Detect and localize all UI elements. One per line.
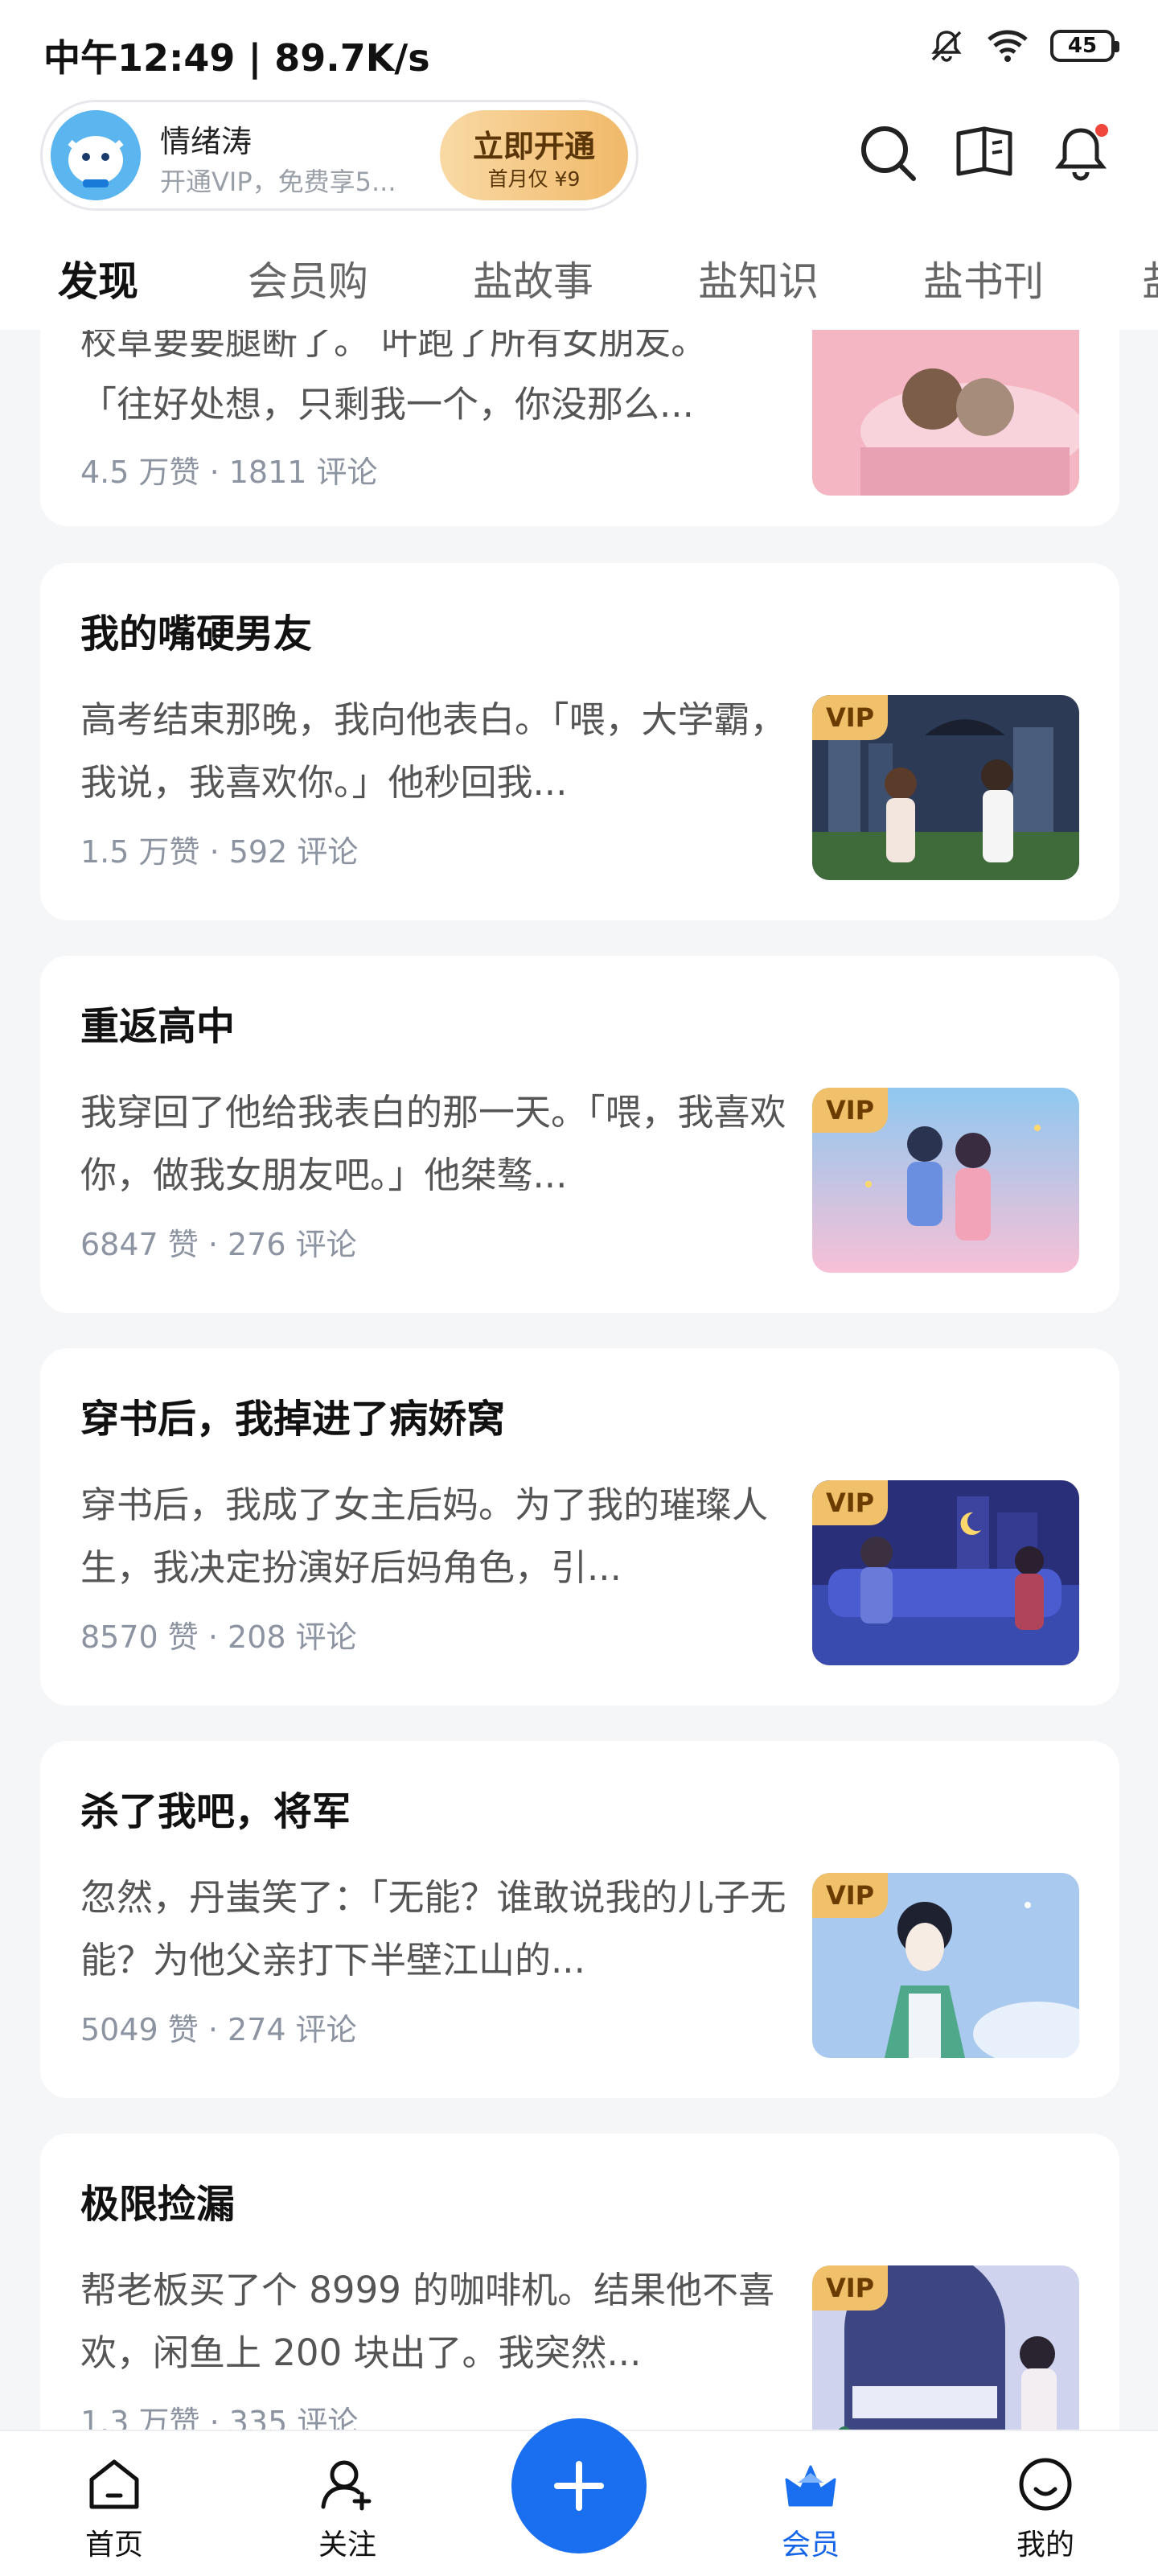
couple-sleeping-illustration (812, 330, 1079, 496)
story-title: 我的嘴硬男友 (80, 611, 313, 656)
story-title: 极限捡漏 (80, 2182, 236, 2227)
story-excerpt: 高考结束那晚，我向他表白。「喂，大学霸，我说，我喜欢你。」他秒回我... (80, 698, 786, 804)
story-meta: 5049 赞 · 274 评论 (80, 2012, 357, 2047)
vip-badge: VIP (812, 1088, 888, 1133)
open-vip-button[interactable]: 立即开通 首月仅 ¥9 (440, 110, 628, 200)
list-item[interactable]: 杀了我吧，将军 忽然，丹蚩笑了：「无能？谁敢说我的儿子无能？为他父亲打下半壁江山… (40, 1741, 1119, 2098)
avatar-illustration (51, 110, 141, 200)
story-excerpt: 忽然，丹蚩笑了：「无能？谁敢说我的儿子无能？为他父亲打下半壁江山的... (80, 1876, 786, 1981)
vip-badge: VIP (812, 1873, 888, 1918)
open-vip-label: 立即开通 (472, 129, 595, 164)
story-thumbnail[interactable]: VIP (812, 1480, 1079, 1665)
story-excerpt-line: 校草要要腿断了。 叶跑了所有女朋友。 (80, 330, 708, 363)
story-meta: 1.3 万赞 · 335 评论 (80, 2405, 359, 2430)
book-icon[interactable] (952, 121, 1016, 185)
vip-crown-icon (785, 2465, 836, 2507)
search-icon[interactable] (856, 121, 920, 185)
battery-indicator: 45 (1050, 30, 1119, 62)
vip-banner[interactable]: 情绪涛 开通VIP，免费享5... 立即开通 首月仅 ¥9 (40, 100, 639, 211)
nav-follow[interactable]: 关注 (291, 2455, 404, 2563)
story-meta: 6847 赞 · 276 评论 (80, 1227, 357, 1262)
story-meta: 1.5 万赞 · 592 评论 (80, 834, 359, 870)
open-vip-price: 首月仅 ¥9 (487, 167, 581, 191)
vip-badge: VIP (812, 695, 888, 740)
list-item[interactable]: 穿书后，我掉进了病娇窝 穿书后，我成了女主后妈。为了我的璀璨人生，我决定扮演好后… (40, 1348, 1119, 1706)
status-bar: 中午12:49 | 89.7K/s 45 (0, 0, 1158, 105)
list-item[interactable]: 重返高中 我穿回了他给我表白的那一天。「喂，我喜欢你，做我女朋友吧。」他桀骜..… (40, 956, 1119, 1313)
story-title: 重返高中 (80, 1004, 236, 1049)
tab-knowledge[interactable]: 盐知识 (698, 249, 819, 307)
list-item[interactable]: 极限捡漏 帮老板买了个 8999 的咖啡机。结果他不喜欢，闲鱼上 200 块出了… (40, 2134, 1119, 2430)
status-time: 中午12:49 | 89.7K/s (43, 36, 430, 80)
avatar[interactable] (51, 110, 141, 200)
nav-home[interactable]: 首页 (58, 2455, 170, 2563)
tab-more[interactable]: 盐 (1142, 249, 1158, 307)
create-post-button[interactable] (511, 2418, 647, 2553)
story-title: 杀了我吧，将军 (80, 1789, 351, 1834)
story-meta: 8570 赞 · 208 评论 (80, 1619, 357, 1655)
nav-me-label: 我的 (1016, 2529, 1074, 2562)
smiley-profile-icon (1019, 2458, 1072, 2511)
nav-vip[interactable]: 会员 (754, 2455, 867, 2563)
story-thumbnail[interactable]: VIP (812, 1873, 1079, 2058)
home-icon (89, 2459, 139, 2509)
tab-member-shop[interactable]: 会员购 (248, 249, 368, 307)
follow-user-icon (321, 2460, 372, 2511)
plus-icon (554, 2461, 604, 2511)
story-thumbnail[interactable]: VIP (812, 2265, 1079, 2430)
story-excerpt: 穿书后，我成了女主后妈。为了我的璀璨人生，我决定扮演好后妈角色，引... (80, 1483, 769, 1589)
story-title: 穿书后，我掉进了病娇窝 (80, 1397, 506, 1442)
vip-badge: VIP (812, 1480, 888, 1525)
notification-bell-icon[interactable] (1049, 121, 1113, 185)
story-thumbnail[interactable]: VIP (812, 695, 1079, 880)
feed-list: 校草要要腿断了。 叶跑了所有女朋友。 「往好处想，只剩我一个，你没那么... 4… (0, 330, 1158, 2430)
story-meta: 4.5 万赞 · 1811 评论 (80, 455, 378, 490)
vip-badge: VIP (812, 2265, 888, 2311)
story-excerpt: 我穿回了他给我表白的那一天。「喂，我喜欢你，做我女朋友吧。」他桀骜... (80, 1091, 786, 1196)
category-tabs: 发现 会员购 盐故事 盐知识 盐书刊 盐 (0, 241, 1158, 314)
nav-follow-label: 关注 (318, 2529, 376, 2562)
tab-books[interactable]: 盐书刊 (923, 249, 1044, 307)
story-excerpt: 帮老板买了个 8999 的咖啡机。结果他不喜欢，闲鱼上 200 块出了。我突然.… (80, 2269, 775, 2374)
story-thumbnail[interactable] (812, 330, 1079, 496)
list-item[interactable]: 我的嘴硬男友 高考结束那晚，我向他表白。「喂，大学霸，我说，我喜欢你。」他秒回我… (40, 563, 1119, 920)
wifi-icon (988, 30, 1028, 62)
tab-stories[interactable]: 盐故事 (473, 249, 593, 307)
list-item[interactable]: 校草要要腿断了。 叶跑了所有女朋友。 「往好处想，只剩我一个，你没那么... 4… (40, 330, 1119, 526)
status-icons: 45 (928, 27, 1119, 64)
notification-dot (1095, 124, 1108, 137)
nav-me[interactable]: 我的 (989, 2455, 1102, 2563)
tab-discover[interactable]: 发现 (58, 249, 138, 307)
story-excerpt-line: 「往好处想，只剩我一个，你没那么... (80, 383, 694, 426)
story-thumbnail[interactable]: VIP (812, 1088, 1079, 1273)
username: 情绪涛 (160, 124, 253, 159)
nav-vip-label: 会员 (781, 2529, 840, 2562)
nav-home-label: 首页 (84, 2529, 143, 2562)
top-bar: 中午12:49 | 89.7K/s 45 情绪涛 开通VIP，免费享5... 立… (0, 0, 1158, 330)
vip-promo-text: 开通VIP，免费享5... (160, 167, 396, 197)
mute-bell-icon (931, 31, 962, 62)
